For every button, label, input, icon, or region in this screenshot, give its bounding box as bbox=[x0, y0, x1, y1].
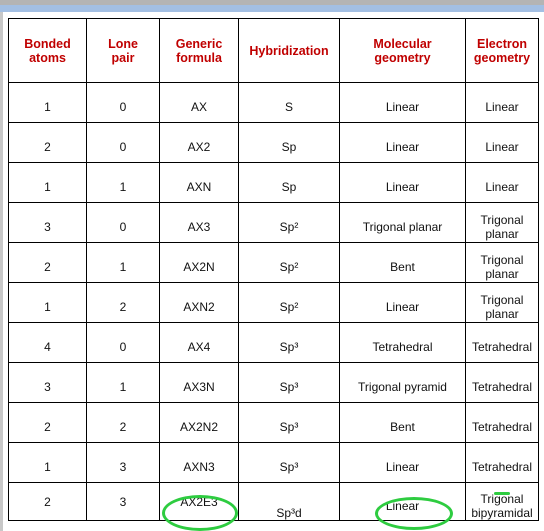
cell-lone-pair: 3 bbox=[86, 482, 160, 521]
cell-lone-pair: 0 bbox=[86, 122, 160, 163]
cell-molecular-geometry: Trigonal pyramid bbox=[339, 362, 466, 403]
table-row: 1 2 AXN2 Sp² Linear Trigonal planar bbox=[8, 282, 539, 323]
cell-electron-geometry: Linear bbox=[465, 162, 539, 203]
cell-molecular-geometry: Bent bbox=[339, 242, 466, 283]
cell-lone-pair: 0 bbox=[86, 322, 160, 363]
cell-hybridization: Sp bbox=[238, 162, 340, 203]
cell-generic-formula: AXN2 bbox=[159, 282, 239, 323]
cell-hybridization: Sp² bbox=[238, 282, 340, 323]
cell-molecular-geometry: Bent bbox=[339, 402, 466, 443]
cell-molecular-geometry: Linear bbox=[339, 122, 466, 163]
cell-bonded-atoms: 3 bbox=[8, 202, 87, 243]
cell-bonded-atoms: 3 bbox=[8, 362, 87, 403]
cell-electron-geometry: Tetrahedral bbox=[465, 402, 539, 443]
header-generic-formula: Generic formula bbox=[159, 18, 239, 83]
hybridization-table: Bonded atoms Lone pair Generic formula Hybridi… bbox=[8, 18, 539, 521]
cell-electron-geometry: Trigonal planar bbox=[465, 242, 539, 283]
cell-hybridization: Sp² bbox=[238, 202, 340, 243]
cell-generic-formula: AX3 bbox=[159, 202, 239, 243]
title-strip bbox=[0, 5, 544, 12]
cell-electron-geometry: Tetrahedral bbox=[465, 362, 539, 403]
cell-bonded-atoms: 2 bbox=[8, 122, 87, 163]
header-text: geometry bbox=[374, 50, 431, 65]
cell-hybridization: Sp³ bbox=[238, 402, 340, 443]
cell-generic-formula: AX2 bbox=[159, 122, 239, 163]
cell-lone-pair: 1 bbox=[86, 162, 160, 203]
header-molecular-geometry: Molecular geometry bbox=[339, 18, 466, 83]
cell-lone-pair: 1 bbox=[86, 362, 160, 403]
cell-lone-pair: 0 bbox=[86, 202, 160, 243]
cell-lone-pair: 0 bbox=[86, 82, 160, 123]
header-text: atoms bbox=[29, 50, 66, 65]
cell-electron-geometry: Trigonal planar bbox=[465, 202, 539, 243]
cell-molecular-geometry: Linear bbox=[339, 82, 466, 123]
cell-lone-pair: 2 bbox=[86, 402, 160, 443]
window-left-border bbox=[0, 12, 3, 531]
header-hybridization: Hybridization bbox=[238, 18, 340, 83]
cell-electron-geometry: Linear bbox=[465, 82, 539, 123]
header-text: Hybridization bbox=[249, 43, 329, 58]
header-text: formula bbox=[176, 50, 222, 65]
cell-electron-geometry: Linear bbox=[465, 122, 539, 163]
table-row: 3 1 AX3N Sp³ Trigonal pyramid Tetrahedral bbox=[8, 362, 539, 403]
annotation-circle-geometry bbox=[375, 497, 453, 530]
cell-electron-geometry: Trigonal planar bbox=[465, 282, 539, 323]
cell-hybridization: S bbox=[238, 82, 340, 123]
cell-generic-formula: AX bbox=[159, 82, 239, 123]
cell-hybridization: Sp³ bbox=[238, 322, 340, 363]
cell-generic-formula: AX4 bbox=[159, 322, 239, 363]
cell-lone-pair: 1 bbox=[86, 242, 160, 283]
header-text: pair bbox=[111, 50, 135, 65]
cell-electron-geometry: Trigonal bipyramidal bbox=[465, 482, 539, 521]
cell-lone-pair: 3 bbox=[86, 442, 160, 483]
cell-molecular-geometry: Linear bbox=[339, 162, 466, 203]
cell-generic-formula: AX2N2 bbox=[159, 402, 239, 443]
table-row: 2 1 AX2N Sp² Bent Trigonal planar bbox=[8, 242, 539, 283]
cell-bonded-atoms: 2 bbox=[8, 402, 87, 443]
cell-molecular-geometry: Tetrahedral bbox=[339, 322, 466, 363]
cell-generic-formula: AXN bbox=[159, 162, 239, 203]
cell-electron-geometry: Tetrahedral bbox=[465, 442, 539, 483]
header-text: Lone bbox=[108, 36, 138, 51]
cell-bonded-atoms: 1 bbox=[8, 442, 87, 483]
table-row: 4 0 AX4 Sp³ Tetrahedral Tetrahedral bbox=[8, 322, 539, 363]
header-lone-pair: Lone pair bbox=[86, 18, 160, 83]
header-text: geometry bbox=[473, 50, 531, 65]
header-text: Electron bbox=[476, 36, 527, 51]
cell-hybridization: Sp bbox=[238, 122, 340, 163]
table-row: 2 2 AX2N2 Sp³ Bent Tetrahedral bbox=[8, 402, 539, 443]
annotation-circle-formula bbox=[162, 495, 238, 531]
cell-molecular-geometry: Linear bbox=[339, 282, 466, 323]
cell-generic-formula: AX3N bbox=[159, 362, 239, 403]
cell-hybridization: Sp³d bbox=[238, 482, 340, 521]
cell-generic-formula: AX2N bbox=[159, 242, 239, 283]
header-electron-geometry: Electron geometry bbox=[465, 18, 539, 83]
table-row: 1 0 AX S Linear Linear bbox=[8, 82, 539, 123]
table-row: 3 0 AX3 Sp² Trigonal planar Trigonal planar bbox=[8, 202, 539, 243]
header-row: Bonded atoms Lone pair Generic formula Hybridi… bbox=[8, 18, 539, 83]
cell-bonded-atoms: 2 bbox=[8, 242, 87, 283]
table-row: 2 3 AX2E3 Sp³d Linear Trigonal bipyramidal bbox=[8, 482, 539, 521]
table-row: 1 3 AXN3 Sp³ Linear Tetrahedral bbox=[8, 442, 539, 483]
cell-hybridization: Sp³ bbox=[238, 442, 340, 483]
header-text: Molecular bbox=[373, 36, 432, 51]
table-row: 2 0 AX2 Sp Linear Linear bbox=[8, 122, 539, 163]
header-text: Generic bbox=[175, 36, 223, 51]
cell-bonded-atoms: 1 bbox=[8, 82, 87, 123]
annotation-underline bbox=[494, 492, 510, 495]
cell-electron-geometry: Tetrahedral bbox=[465, 322, 539, 363]
cell-generic-formula: AXN3 bbox=[159, 442, 239, 483]
header-bonded-atoms: Bonded atoms bbox=[8, 18, 87, 83]
cell-bonded-atoms: 1 bbox=[8, 162, 87, 203]
cell-bonded-atoms: 4 bbox=[8, 322, 87, 363]
cell-bonded-atoms: 1 bbox=[8, 282, 87, 323]
header-text: Bonded bbox=[24, 36, 71, 51]
cell-hybridization: Sp³ bbox=[238, 362, 340, 403]
cell-hybridization: Sp² bbox=[238, 242, 340, 283]
cell-bonded-atoms: 2 bbox=[8, 482, 87, 521]
cell-lone-pair: 2 bbox=[86, 282, 160, 323]
cell-molecular-geometry: Trigonal planar bbox=[339, 202, 466, 243]
cell-molecular-geometry: Linear bbox=[339, 442, 466, 483]
table-row: 1 1 AXN Sp Linear Linear bbox=[8, 162, 539, 203]
